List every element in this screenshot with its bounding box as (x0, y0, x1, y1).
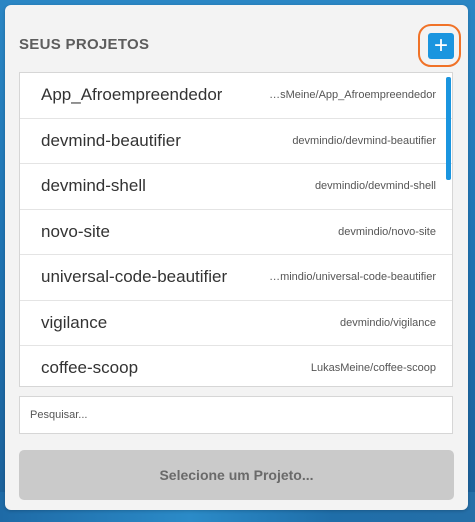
project-name: universal-code-beautifier (41, 267, 228, 286)
add-project-button[interactable]: + (428, 33, 454, 59)
project-row[interactable]: vigilance ‎devmindio/vigilance‎ (20, 301, 452, 346)
project-path: ‎devmindio/devmind-shell‎ (314, 180, 436, 192)
project-path: ‎LukasMeine/App_Afroempreendedor‎ (268, 89, 436, 101)
plus-icon: + (433, 32, 448, 59)
panel-title: SEUS PROJETOS (19, 36, 150, 53)
project-name: coffee-scoop (41, 358, 139, 377)
project-list[interactable]: App_Afroempreendedor ‎LukasMeine/App_Afr… (19, 72, 453, 387)
project-row[interactable]: coffee-scoop ‎LukasMeine/coffee-scoop‎ (20, 346, 452, 386)
search-input[interactable] (19, 396, 453, 434)
project-row[interactable]: App_Afroempreendedor ‎LukasMeine/App_Afr… (20, 73, 452, 119)
add-button-highlight: + (418, 24, 461, 67)
select-project-button[interactable]: Selecione um Projeto... (19, 450, 454, 500)
project-row[interactable]: devmind-shell ‎devmindio/devmind-shell‎ (20, 164, 452, 210)
projects-panel: SEUS PROJETOS + App_Afroempreendedor ‎Lu… (5, 5, 468, 510)
project-path: ‎devmindio/devmind-beautifier‎ (292, 134, 436, 147)
project-name: devmind-shell (41, 176, 146, 195)
project-name: novo-site (41, 221, 110, 241)
project-name: vigilance (41, 312, 108, 332)
list-scrollbar[interactable] (446, 77, 451, 180)
project-path: ‎devmindio/novo-site‎ (338, 225, 436, 238)
project-name: devmind-beautifier (41, 130, 181, 150)
project-row[interactable]: novo-site ‎devmindio/novo-site‎ (20, 210, 452, 255)
project-name: App_Afroempreendedor (41, 85, 223, 104)
project-path: ‎devmindio/vigilance‎ (340, 316, 436, 329)
project-row[interactable]: universal-code-beautifier ‎devmindio/uni… (20, 255, 452, 301)
project-row[interactable]: devmind-beautifier ‎devmindio/devmind-be… (20, 119, 452, 164)
project-path: ‎LukasMeine/coffee-scoop‎ (310, 362, 436, 374)
project-path: ‎devmindio/universal-code-beautifier‎ (268, 271, 436, 283)
